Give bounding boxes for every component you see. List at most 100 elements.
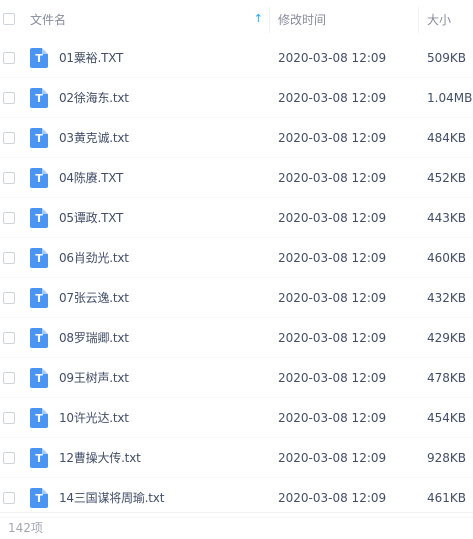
- file-icon-glyph: T: [35, 451, 43, 465]
- txt-file-icon: T: [30, 167, 48, 188]
- file-size: 443KB: [427, 210, 467, 225]
- row-checkbox[interactable]: [3, 491, 15, 504]
- row-checkbox[interactable]: [3, 91, 15, 104]
- file-name-cell[interactable]: T 06肖劲光.txt: [29, 247, 270, 268]
- row-checkbox-cell: [0, 411, 29, 424]
- modified-time: 2020-03-08 12:09: [278, 290, 387, 305]
- name-column-header[interactable]: 文件名 ↑: [29, 6, 270, 33]
- file-row[interactable]: T 12曹操大传.txt 2020-03-08 12:09 928KB: [0, 438, 473, 478]
- txt-file-icon: T: [30, 487, 48, 508]
- modified-time: 2020-03-08 12:09: [278, 50, 387, 65]
- txt-file-icon: T: [30, 407, 48, 428]
- file-icon-glyph: T: [35, 491, 43, 505]
- file-list: T 01粟裕.TXT 2020-03-08 12:09 509KB T 02徐海东.txt…: [0, 38, 473, 518]
- file-row[interactable]: T 04陈赓.TXT 2020-03-08 12:09 452KB: [0, 158, 473, 198]
- time-column-header[interactable]: 修改时间: [270, 6, 419, 33]
- file-icon-glyph: T: [35, 411, 43, 425]
- file-size: 429KB: [427, 330, 467, 345]
- row-checkbox-cell: [0, 371, 29, 384]
- row-checkbox-cell: [0, 331, 29, 344]
- row-checkbox[interactable]: [3, 251, 15, 264]
- file-name[interactable]: 02徐海东.txt: [59, 89, 129, 106]
- modified-time: 2020-03-08 12:09: [278, 410, 387, 425]
- file-name-cell[interactable]: T 03黄克诚.txt: [29, 127, 270, 148]
- file-icon-glyph: T: [35, 251, 43, 265]
- file-row[interactable]: T 08罗瑞卿.txt 2020-03-08 12:09 429KB: [0, 318, 473, 358]
- txt-file-icon: T: [30, 327, 48, 348]
- file-name-cell[interactable]: T 08罗瑞卿.txt: [29, 327, 270, 348]
- file-icon-glyph: T: [35, 51, 43, 65]
- file-name-cell[interactable]: T 12曹操大传.txt: [29, 447, 270, 468]
- file-row[interactable]: T 10许光达.txt 2020-03-08 12:09 454KB: [0, 398, 473, 438]
- file-name[interactable]: 09王树声.txt: [59, 369, 129, 386]
- row-checkbox[interactable]: [3, 51, 15, 64]
- file-name-cell[interactable]: T 10许光达.txt: [29, 407, 270, 428]
- txt-file-icon: T: [30, 367, 48, 388]
- txt-file-icon: T: [30, 447, 48, 468]
- row-checkbox[interactable]: [3, 451, 15, 464]
- file-name[interactable]: 05谭政.TXT: [59, 209, 123, 226]
- modified-time: 2020-03-08 12:09: [278, 250, 387, 265]
- modified-time: 2020-03-08 12:09: [278, 170, 387, 185]
- file-icon-glyph: T: [35, 291, 43, 305]
- row-checkbox[interactable]: [3, 411, 15, 424]
- row-checkbox[interactable]: [3, 331, 15, 344]
- txt-file-icon: T: [30, 247, 48, 268]
- file-size: 478KB: [427, 370, 467, 385]
- file-icon-glyph: T: [35, 211, 43, 225]
- file-name[interactable]: 06肖劲光.txt: [59, 249, 129, 266]
- item-count: 142项: [8, 521, 43, 535]
- file-name[interactable]: 14三国谋将周瑜.txt: [59, 489, 164, 506]
- row-checkbox-cell: [0, 211, 29, 224]
- file-row[interactable]: T 02徐海东.txt 2020-03-08 12:09 1.04MB: [0, 78, 473, 118]
- file-size: 452KB: [427, 170, 467, 185]
- file-size: 509KB: [427, 50, 467, 65]
- file-name[interactable]: 01粟裕.TXT: [59, 49, 123, 66]
- file-name-cell[interactable]: T 14三国谋将周瑜.txt: [29, 487, 270, 508]
- file-name-cell[interactable]: T 09王树声.txt: [29, 367, 270, 388]
- row-checkbox[interactable]: [3, 371, 15, 384]
- row-checkbox-cell: [0, 491, 29, 504]
- row-checkbox-cell: [0, 131, 29, 144]
- row-checkbox[interactable]: [3, 211, 15, 224]
- row-checkbox-cell: [0, 51, 29, 64]
- file-name-cell[interactable]: T 05谭政.TXT: [29, 207, 270, 228]
- file-row[interactable]: T 05谭政.TXT 2020-03-08 12:09 443KB: [0, 198, 473, 238]
- file-name[interactable]: 08罗瑞卿.txt: [59, 329, 129, 346]
- size-column-header[interactable]: 大小: [419, 11, 473, 28]
- file-row[interactable]: T 09王树声.txt 2020-03-08 12:09 478KB: [0, 358, 473, 398]
- file-name[interactable]: 07张云逸.txt: [59, 289, 129, 306]
- row-checkbox-cell: [0, 171, 29, 184]
- file-name-cell[interactable]: T 04陈赓.TXT: [29, 167, 270, 188]
- file-row[interactable]: T 01粟裕.TXT 2020-03-08 12:09 509KB: [0, 38, 473, 78]
- file-name[interactable]: 04陈赓.TXT: [59, 169, 123, 186]
- txt-file-icon: T: [30, 287, 48, 308]
- file-icon-glyph: T: [35, 131, 43, 145]
- file-row[interactable]: T 06肖劲光.txt 2020-03-08 12:09 460KB: [0, 238, 473, 278]
- select-all-checkbox[interactable]: [3, 13, 15, 25]
- file-row[interactable]: T 03黄克诚.txt 2020-03-08 12:09 484KB: [0, 118, 473, 158]
- sort-up-arrow-icon[interactable]: ↑: [254, 12, 263, 26]
- file-icon-glyph: T: [35, 171, 43, 185]
- txt-file-icon: T: [30, 87, 48, 108]
- file-row[interactable]: T 07张云逸.txt 2020-03-08 12:09 432KB: [0, 278, 473, 318]
- file-name[interactable]: 03黄克诚.txt: [59, 129, 129, 146]
- file-size: 484KB: [427, 130, 467, 145]
- column-divider[interactable]: [418, 6, 419, 33]
- modified-time: 2020-03-08 12:09: [278, 210, 387, 225]
- file-icon-glyph: T: [35, 331, 43, 345]
- txt-file-icon: T: [30, 47, 48, 68]
- file-name-cell[interactable]: T 02徐海东.txt: [29, 87, 270, 108]
- modified-time: 2020-03-08 12:09: [278, 90, 387, 105]
- file-size: 454KB: [427, 410, 467, 425]
- file-icon-glyph: T: [35, 371, 43, 385]
- row-checkbox[interactable]: [3, 291, 15, 304]
- file-name-cell[interactable]: T 07张云逸.txt: [29, 287, 270, 308]
- row-checkbox[interactable]: [3, 131, 15, 144]
- modified-time: 2020-03-08 12:09: [278, 490, 387, 505]
- file-name[interactable]: 10许光达.txt: [59, 409, 129, 426]
- file-size: 1.04MB: [427, 90, 473, 105]
- file-name-cell[interactable]: T 01粟裕.TXT: [29, 47, 270, 68]
- row-checkbox[interactable]: [3, 171, 15, 184]
- file-name[interactable]: 12曹操大传.txt: [59, 449, 141, 466]
